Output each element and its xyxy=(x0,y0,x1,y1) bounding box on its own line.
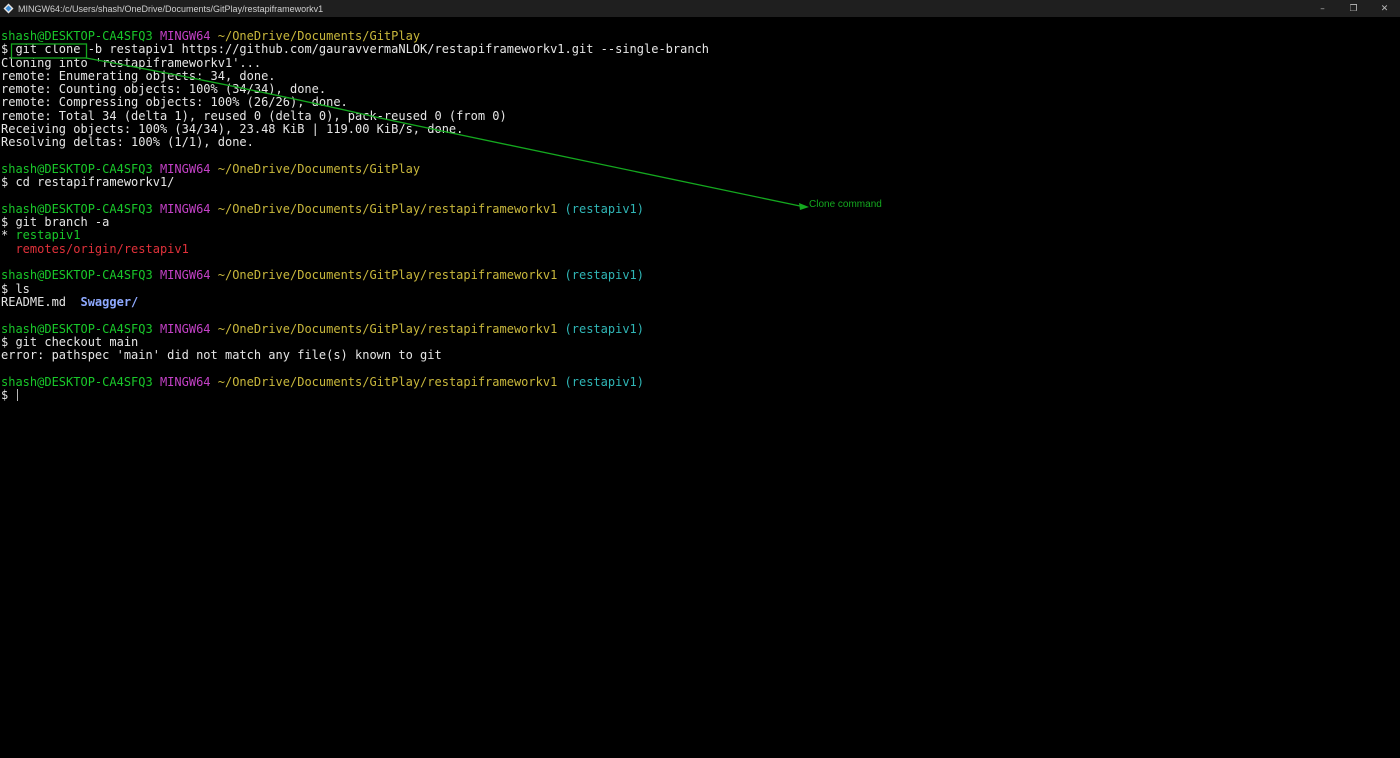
terminal-line: $ git branch -a xyxy=(1,216,1391,229)
terminal-text-segment: (restapiv1) xyxy=(557,321,645,336)
terminal-line: remote: Total 34 (delta 1), reused 0 (de… xyxy=(1,108,1391,123)
annotation-label: Clone command xyxy=(809,199,882,210)
terminal-text-segment: ~/OneDrive/Documents/GitPlay xyxy=(217,29,421,43)
terminal-text-segment: remote: Total 34 (delta 1), reused 0 (de… xyxy=(1,108,507,123)
terminal-text-segment: Cloning into 'restapiframeworkv1'... xyxy=(1,55,262,70)
terminal-text-segment: MINGW64 xyxy=(159,268,218,283)
terminal-line: Cloning into 'restapiframeworkv1'... xyxy=(1,55,1391,70)
terminal-text-segment: ~/OneDrive/Documents/GitPlay/restapifram… xyxy=(217,321,558,336)
terminal-text-segment: ~/OneDrive/Documents/GitPlay/restapifram… xyxy=(217,201,558,216)
terminal-text-segment: shash@DESKTOP-CA4SFQ3 xyxy=(1,201,160,216)
terminal-line: README.md Swagger/ xyxy=(1,294,1391,309)
terminal-line: $ ls xyxy=(1,281,1391,296)
terminal-text-segment: remote: Counting objects: 100% (34/34), … xyxy=(1,82,327,97)
terminal-line: remotes/origin/restapiv1 xyxy=(1,241,1391,256)
terminal-line: $ git clone -b restapiv1 https://github.… xyxy=(1,43,1391,56)
terminal-output[interactable]: shash@DESKTOP-CA4SFQ3 MINGW64 ~/OneDrive… xyxy=(1,29,1391,750)
window-controls: – ❐ ✕ xyxy=(1307,0,1400,17)
terminal-text-segment: git clone xyxy=(15,42,81,57)
terminal-text-segment: README.md xyxy=(1,294,81,309)
terminal-text-segment: $ xyxy=(1,388,16,403)
terminal-text-segment: shash@DESKTOP-CA4SFQ3 xyxy=(1,321,160,336)
text-cursor xyxy=(17,389,19,402)
terminal-line: shash@DESKTOP-CA4SFQ3 MINGW64 ~/OneDrive… xyxy=(1,374,1391,389)
terminal-line: remote: Counting objects: 100% (34/34), … xyxy=(1,83,1391,96)
terminal-line: $ xyxy=(1,388,1391,403)
terminal-text-segment: shash@DESKTOP-CA4SFQ3 xyxy=(1,161,160,176)
terminal-line: shash@DESKTOP-CA4SFQ3 MINGW64 ~/OneDrive… xyxy=(1,161,1391,176)
terminal-text-segment: ~/OneDrive/Documents/GitPlay/restapifram… xyxy=(217,374,558,389)
terminal-text-segment: error: pathspec 'main' did not match any… xyxy=(1,348,442,363)
terminal-text-segment: MINGW64 xyxy=(159,321,218,336)
terminal-text-segment: $ ls xyxy=(1,281,30,296)
terminal-line: * restapiv1 xyxy=(1,229,1391,242)
close-button[interactable]: ✕ xyxy=(1369,0,1400,17)
terminal-text-segment: (restapiv1) xyxy=(557,374,645,389)
maximize-button[interactable]: ❐ xyxy=(1338,0,1369,17)
terminal-line: Resolving deltas: 100% (1/1), done. xyxy=(1,136,1391,149)
terminal-line: shash@DESKTOP-CA4SFQ3 MINGW64 ~/OneDrive… xyxy=(1,29,1391,43)
terminal-text-segment: shash@DESKTOP-CA4SFQ3 xyxy=(1,374,160,389)
terminal-line: remote: Enumerating objects: 34, done. xyxy=(1,68,1391,83)
terminal-text-segment: restapiv1 xyxy=(15,228,81,243)
git-bash-icon xyxy=(3,3,14,14)
terminal-text-segment: Resolving deltas: 100% (1/1), done. xyxy=(1,135,254,150)
terminal-line: error: pathspec 'main' did not match any… xyxy=(1,348,1391,363)
terminal-text-segment: MINGW64 xyxy=(159,201,218,216)
title-bar[interactable]: MINGW64:/c/Users/shash/OneDrive/Document… xyxy=(0,0,1400,17)
terminal-text-segment: shash@DESKTOP-CA4SFQ3 xyxy=(1,268,160,283)
terminal-text-segment: MINGW64 xyxy=(159,161,218,176)
terminal-text-segment: remote: Enumerating objects: 34, done. xyxy=(1,68,276,83)
terminal-line: remote: Compressing objects: 100% (26/26… xyxy=(1,96,1391,109)
terminal-text-segment: remote: Compressing objects: 100% (26/26… xyxy=(1,95,348,110)
terminal-text-segment: $ git branch -a xyxy=(1,215,110,230)
terminal-text-segment: $ cd restapiframeworkv1/ xyxy=(1,175,175,190)
terminal-text-segment: Swagger/ xyxy=(80,294,139,309)
terminal-text-segment: MINGW64 xyxy=(159,29,218,43)
window-title: MINGW64:/c/Users/shash/OneDrive/Document… xyxy=(18,3,324,14)
terminal-text-segment: $ git checkout main xyxy=(1,334,139,349)
terminal-text-segment: * xyxy=(1,228,16,243)
terminal-line: shash@DESKTOP-CA4SFQ3 MINGW64 ~/OneDrive… xyxy=(1,201,1391,216)
terminal-text-segment: remotes/origin/restapiv1 xyxy=(15,241,189,256)
minimize-button[interactable]: – xyxy=(1307,0,1338,17)
terminal-line: shash@DESKTOP-CA4SFQ3 MINGW64 ~/OneDrive… xyxy=(1,321,1391,336)
terminal-text-segment: (restapiv1) xyxy=(557,201,645,216)
terminal-window: MINGW64:/c/Users/shash/OneDrive/Document… xyxy=(0,0,1400,758)
terminal-text-segment: $ xyxy=(1,42,16,57)
terminal-text-segment: ~/OneDrive/Documents/GitPlay xyxy=(217,161,421,176)
terminal-text-segment: MINGW64 xyxy=(159,374,218,389)
terminal-line: $ cd restapiframeworkv1/ xyxy=(1,176,1391,189)
terminal-line: shash@DESKTOP-CA4SFQ3 MINGW64 ~/OneDrive… xyxy=(1,269,1391,282)
terminal-text-segment: ~/OneDrive/Documents/GitPlay/restapifram… xyxy=(217,268,558,283)
terminal-text-segment: (restapiv1) xyxy=(557,268,645,283)
terminal-line: $ git checkout main xyxy=(1,334,1391,349)
terminal-line: Receiving objects: 100% (34/34), 23.48 K… xyxy=(1,122,1391,137)
terminal-text-segment: -b restapiv1 https://github.com/gauravve… xyxy=(80,42,710,57)
terminal-text-segment: Receiving objects: 100% (34/34), 23.48 K… xyxy=(1,122,464,137)
terminal-text-segment: shash@DESKTOP-CA4SFQ3 xyxy=(1,29,160,43)
